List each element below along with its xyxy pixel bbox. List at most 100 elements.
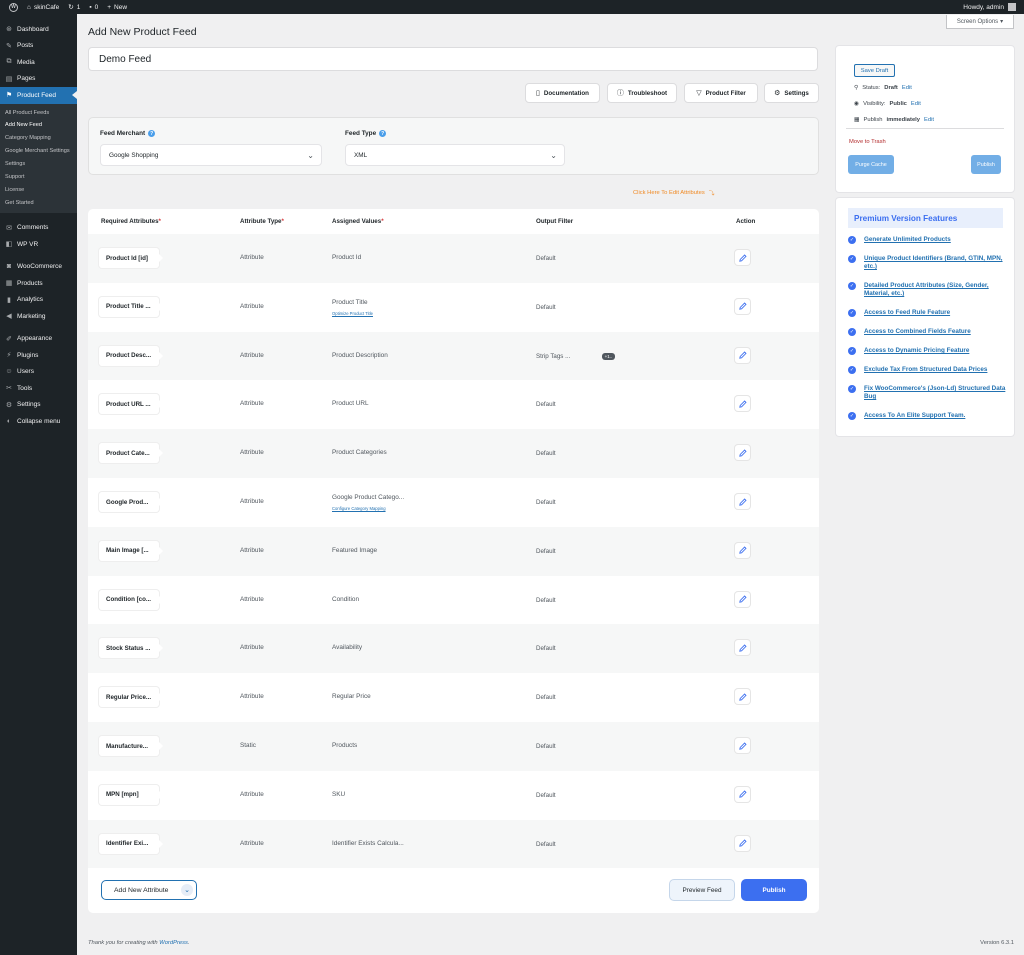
premium-feature-link[interactable]: Access To An Elite Support Team.: [864, 412, 965, 420]
feed-merchant-select[interactable]: Google Shopping ⌄: [100, 144, 322, 166]
sidebar-item-settings[interactable]: ⚙ Settings: [0, 396, 77, 413]
premium-feature-link[interactable]: Access to Feed Rule Feature: [864, 309, 950, 317]
comments-link[interactable]: ▪ 0: [89, 4, 98, 11]
attribute-chip[interactable]: Product Id [id]: [99, 248, 163, 268]
preview-feed-button[interactable]: Preview Feed: [669, 879, 735, 901]
sidebar-item-label: Posts: [17, 42, 34, 50]
sidebar-item-label: Analytics: [17, 296, 44, 304]
sidebar-item-dashboard[interactable]: ⊛ Dashboard: [0, 21, 77, 38]
attributes-table: Required Attributes* Attribute Type* Ass…: [88, 209, 819, 913]
troubleshoot-button[interactable]: ⓘ Troubleshoot: [607, 83, 677, 103]
edit-attribute-button[interactable]: [735, 640, 750, 656]
attribute-chip[interactable]: Manufacture...: [99, 736, 163, 756]
sidebar-item-users[interactable]: ☺ Users: [0, 363, 77, 380]
attribute-chip[interactable]: Google Prod...: [99, 492, 163, 512]
sidebar-item-analytics[interactable]: ▮ Analytics: [0, 291, 77, 308]
attribute-chip[interactable]: Product Title ...: [99, 296, 163, 317]
edit-attribute-button[interactable]: [735, 738, 750, 753]
site-name-link[interactable]: ⌂ skinCafe: [27, 4, 59, 11]
save-draft-button[interactable]: Save Draft: [854, 64, 895, 77]
sidebar-item-wp-vr[interactable]: ◧ WP VR: [0, 236, 77, 253]
sidebar-item-collapse-menu[interactable]: ◐ Collapse menu: [0, 413, 77, 430]
wp-logo-button[interactable]: W: [9, 2, 18, 12]
attribute-chip[interactable]: Condition [co...: [99, 589, 163, 610]
help-icon[interactable]: ?: [148, 130, 156, 137]
submenu-item-all-product-feeds[interactable]: All Product Feeds: [0, 107, 77, 120]
premium-feature-item: ✓ Access to Combined Fields Feature: [848, 328, 1008, 336]
chevron-down-icon[interactable]: ⌄: [181, 884, 193, 896]
sidebar-item-marketing[interactable]: ◀ Marketing: [0, 308, 77, 325]
sidebar-item-tools[interactable]: ✂ Tools: [0, 380, 77, 397]
sidebar-item-product-feed[interactable]: ⚑ Product Feed: [0, 87, 77, 104]
submenu-item-get-started[interactable]: Get Started: [0, 197, 77, 210]
updates-link[interactable]: ↻ 1: [68, 3, 80, 12]
premium-feature-link[interactable]: Access to Combined Fields Feature: [864, 328, 971, 336]
premium-feature-link[interactable]: Detailed Product Attributes (Size, Gende…: [864, 282, 1008, 298]
premium-feature-link[interactable]: Fix WooCommerce's (Json-Ld) Structured D…: [864, 385, 1008, 401]
attribute-chip[interactable]: Main Image [...: [99, 540, 163, 561]
move-to-trash-link[interactable]: Move to Trash: [849, 139, 886, 145]
submenu-item-add-new-feed[interactable]: Add New Feed: [0, 119, 77, 132]
edit-attribute-button[interactable]: [735, 786, 750, 802]
premium-feature-link[interactable]: Unique Product Identifiers (Brand, GTIN,…: [864, 255, 1008, 271]
screen-options-button[interactable]: Screen Options ▾: [946, 15, 1014, 29]
edit-attribute-button[interactable]: [735, 494, 750, 509]
feed-type-select[interactable]: XML ⌄: [345, 144, 565, 166]
purge-cache-button[interactable]: Purge Cache: [848, 155, 894, 174]
edit-attribute-button[interactable]: [735, 445, 750, 461]
edit-attribute-button[interactable]: [735, 250, 750, 265]
attribute-chip[interactable]: Identifier Exi...: [99, 833, 163, 854]
status-edit-link[interactable]: Edit: [902, 85, 912, 91]
edit-attribute-button[interactable]: [735, 591, 750, 607]
premium-feature-link[interactable]: Exclude Tax From Structured Data Prices: [864, 366, 987, 374]
helper-link[interactable]: Optimize Product Title: [332, 311, 373, 316]
wordpress-link[interactable]: WordPress: [159, 940, 188, 946]
check-icon: ✓: [848, 366, 856, 374]
attribute-chip[interactable]: Product URL ...: [99, 394, 163, 415]
settings-button[interactable]: ⚙ Settings: [764, 83, 819, 103]
sidebar-item-plugins[interactable]: ⚡ Plugins: [0, 347, 77, 364]
edit-attribute-button[interactable]: [735, 298, 750, 314]
output-filter: Default: [536, 303, 556, 311]
visibility-edit-link[interactable]: Edit: [911, 101, 921, 107]
submenu-item-settings[interactable]: Settings: [0, 158, 77, 171]
sidebar-item-products[interactable]: ▦ Products: [0, 275, 77, 292]
product-filter-button[interactable]: ▽ Product Filter: [684, 83, 758, 103]
calendar-icon: ▦: [854, 117, 860, 123]
sidebar-item-media[interactable]: ⧉ Media: [0, 54, 77, 71]
publish-button[interactable]: Publish: [741, 879, 807, 901]
attribute-chip[interactable]: MPN [mpn]: [99, 784, 163, 805]
sidebar-item-posts[interactable]: ✎ Posts: [0, 38, 77, 55]
helper-link[interactable]: Configure Category Mapping: [332, 506, 386, 511]
edit-attribute-button[interactable]: [735, 347, 750, 363]
sidebar-item-comments[interactable]: ✉ Comments: [0, 219, 77, 236]
publish-time-edit-link[interactable]: Edit: [924, 117, 934, 123]
attribute-chip[interactable]: Stock Status ...: [99, 638, 163, 659]
sidebar-item-woocommerce[interactable]: ◙ WooCommerce: [0, 258, 77, 275]
edit-attribute-button[interactable]: [735, 689, 750, 705]
help-icon[interactable]: ?: [379, 130, 387, 137]
attribute-chip[interactable]: Product Desc...: [99, 345, 163, 366]
new-content-link[interactable]: + New: [107, 4, 127, 11]
my-account-link[interactable]: Howdy, admin: [963, 3, 1016, 11]
edit-attribute-button[interactable]: [735, 835, 750, 851]
submenu-item-google-merchant-settings[interactable]: Google Merchant Settings: [0, 145, 77, 158]
attribute-chip[interactable]: Product Cate...: [99, 443, 163, 464]
pin-icon: ⚲: [854, 85, 859, 91]
home-icon: ⌂: [27, 3, 31, 11]
submenu-item-license[interactable]: License: [0, 184, 77, 197]
submenu-item-category-mapping[interactable]: Category Mapping: [0, 132, 77, 145]
premium-feature-link[interactable]: Access to Dynamic Pricing Feature: [864, 347, 969, 355]
add-new-attribute-button[interactable]: Add New Attribute ⌄: [101, 880, 197, 900]
attribute-chip[interactable]: Regular Price...: [99, 687, 163, 708]
premium-feature-link[interactable]: Generate Unlimited Products: [864, 236, 951, 244]
sidebar-item-appearance[interactable]: ✐ Appearance: [0, 330, 77, 347]
sidebar-item-pages[interactable]: ▤ Pages: [0, 71, 77, 88]
edit-attribute-button[interactable]: [735, 542, 750, 558]
submenu-item-support[interactable]: Support: [0, 171, 77, 184]
documentation-button[interactable]: ▯ Documentation: [525, 83, 600, 103]
edit-attribute-button[interactable]: [735, 396, 750, 412]
sidebar-publish-button[interactable]: Publish: [971, 155, 1001, 174]
feed-title-input[interactable]: Demo Feed: [88, 47, 818, 71]
feed-merchant-label: Feed Merchant?: [100, 130, 156, 137]
